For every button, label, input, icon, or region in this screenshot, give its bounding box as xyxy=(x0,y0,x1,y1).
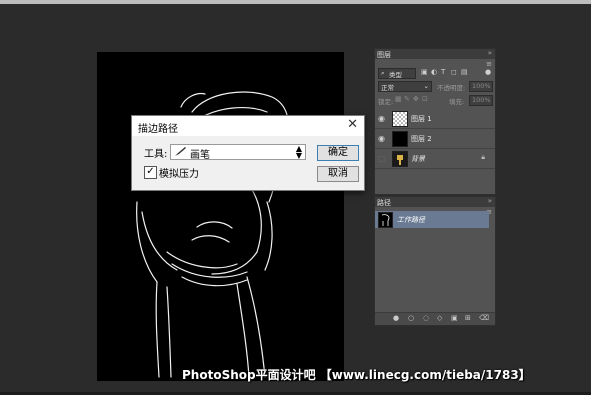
opacity-label: 不透明度: xyxy=(437,84,466,92)
filter-search-icon: ⌕ xyxy=(381,69,385,77)
layers-panel: 图层 » ≡ ⌕ 类型 ▣ ◐ T ◻ ▤ ● 正常 ⌄ 不透明度: 100% … xyxy=(374,48,496,195)
lock-image-icon[interactable]: ✎ xyxy=(404,95,410,103)
shape-filter-icon[interactable]: ◻ xyxy=(451,68,457,76)
fist-line-art xyxy=(136,91,289,378)
tab-layers[interactable]: 图层 xyxy=(377,50,391,60)
eye-icon[interactable]: ◉ xyxy=(378,134,385,143)
lock-label: 锁定: xyxy=(378,98,394,106)
lock-position-icon[interactable]: ✥ xyxy=(413,95,419,103)
layer-thumbnail xyxy=(392,131,408,147)
fill-field[interactable]: 100% xyxy=(469,95,493,106)
layer-name: 图层 1 xyxy=(411,115,432,123)
make-path-icon[interactable]: ◇ xyxy=(437,314,442,322)
dialog-title: 描边路径 xyxy=(138,124,178,135)
close-icon[interactable]: ✕ xyxy=(347,117,358,132)
lock-icon: 🔒︎ xyxy=(481,153,485,161)
ok-button[interactable]: 确定 xyxy=(317,145,359,161)
top-edge xyxy=(0,0,591,4)
opacity-field[interactable]: 100% xyxy=(469,81,493,92)
layers-tabbar: 图层 » xyxy=(375,49,495,59)
tool-select[interactable]: 画笔 ▲ ▼ xyxy=(170,144,306,161)
tool-select-value: 画笔 xyxy=(190,150,210,161)
add-mask-icon[interactable]: ▣ xyxy=(451,314,458,322)
layer-filter-select[interactable]: ⌕ 类型 xyxy=(378,68,416,79)
type-filter-icon[interactable]: T xyxy=(441,68,445,76)
layer-row[interactable]: ◉ 图层 1 xyxy=(375,109,495,129)
stroke-path-icon[interactable]: ○ xyxy=(408,314,414,322)
layer-row[interactable]: □ 背景 🔒︎ xyxy=(375,149,495,169)
layer-thumbnail xyxy=(392,111,408,127)
opacity-value: 100% xyxy=(472,82,491,90)
filter-toggle-icon[interactable]: ● xyxy=(485,68,491,76)
smart-object-filter-icon[interactable]: ▤ xyxy=(461,68,468,76)
fill-path-icon[interactable]: ● xyxy=(393,314,399,322)
pixel-filter-icon[interactable]: ▣ xyxy=(421,68,428,76)
cancel-button[interactable]: 取消 xyxy=(317,166,359,182)
simulate-pressure-checkbox[interactable]: ✓ xyxy=(144,166,157,179)
paths-footer: ● ○ ◌ ◇ ▣ ⊞ ⌫ xyxy=(375,312,495,325)
simulate-pressure-label: 模拟压力 xyxy=(159,169,199,180)
stroke-path-dialog: 描边路径 ✕ 工具: 画笔 ▲ ▼ ✓ 模拟压力 确定 取消 xyxy=(131,115,365,191)
new-path-icon[interactable]: ⊞ xyxy=(465,314,471,322)
blend-mode-select[interactable]: 正常 ⌄ xyxy=(378,81,432,92)
paths-tabbar: 路径 » xyxy=(375,197,495,207)
visibility-off-icon[interactable]: □ xyxy=(378,154,386,163)
filter-value: 类型 xyxy=(389,71,402,79)
watermark: PhotoShop平面设计吧 【www.linecg.com/tieba/178… xyxy=(182,368,531,382)
trash-icon[interactable]: ⌫ xyxy=(479,314,489,322)
select-arrows-icon: ▲ ▼ xyxy=(295,144,302,160)
path-name: 工作路径 xyxy=(397,216,425,224)
lock-all-icon[interactable]: ⊡ xyxy=(422,95,428,103)
brush-icon xyxy=(174,146,188,160)
tab-paths[interactable]: 路径 xyxy=(377,198,391,208)
adjustment-filter-icon[interactable]: ◐ xyxy=(431,68,437,76)
layer-name: 背景 xyxy=(411,155,425,163)
lock-transparent-icon[interactable]: ▦ xyxy=(395,95,402,103)
layer-row[interactable]: ◉ 图层 2 xyxy=(375,129,495,149)
path-thumbnail xyxy=(378,212,393,228)
blend-mode-value: 正常 xyxy=(381,84,394,92)
dialog-titlebar[interactable]: 描边路径 ✕ xyxy=(132,116,364,136)
path-row[interactable]: 工作路径 xyxy=(375,211,489,228)
layer-name: 图层 2 xyxy=(411,135,432,143)
panel-menu-icon[interactable]: ≡ xyxy=(486,60,492,68)
tool-label: 工具: xyxy=(144,149,168,160)
layer-thumbnail xyxy=(392,151,408,167)
chevron-down-icon: ⌄ xyxy=(423,82,429,90)
panel-collapse-icon[interactable]: » xyxy=(488,197,492,205)
fill-label: 填充: xyxy=(449,98,465,106)
document-canvas[interactable] xyxy=(97,52,344,381)
paths-panel: 路径 » ≡ 工作路径 ● ○ ◌ ◇ ▣ ⊞ ⌫ xyxy=(374,196,496,326)
fill-value: 100% xyxy=(472,96,491,104)
load-selection-icon[interactable]: ◌ xyxy=(423,314,429,322)
panel-collapse-icon[interactable]: » xyxy=(488,49,492,57)
eye-icon[interactable]: ◉ xyxy=(378,114,385,123)
